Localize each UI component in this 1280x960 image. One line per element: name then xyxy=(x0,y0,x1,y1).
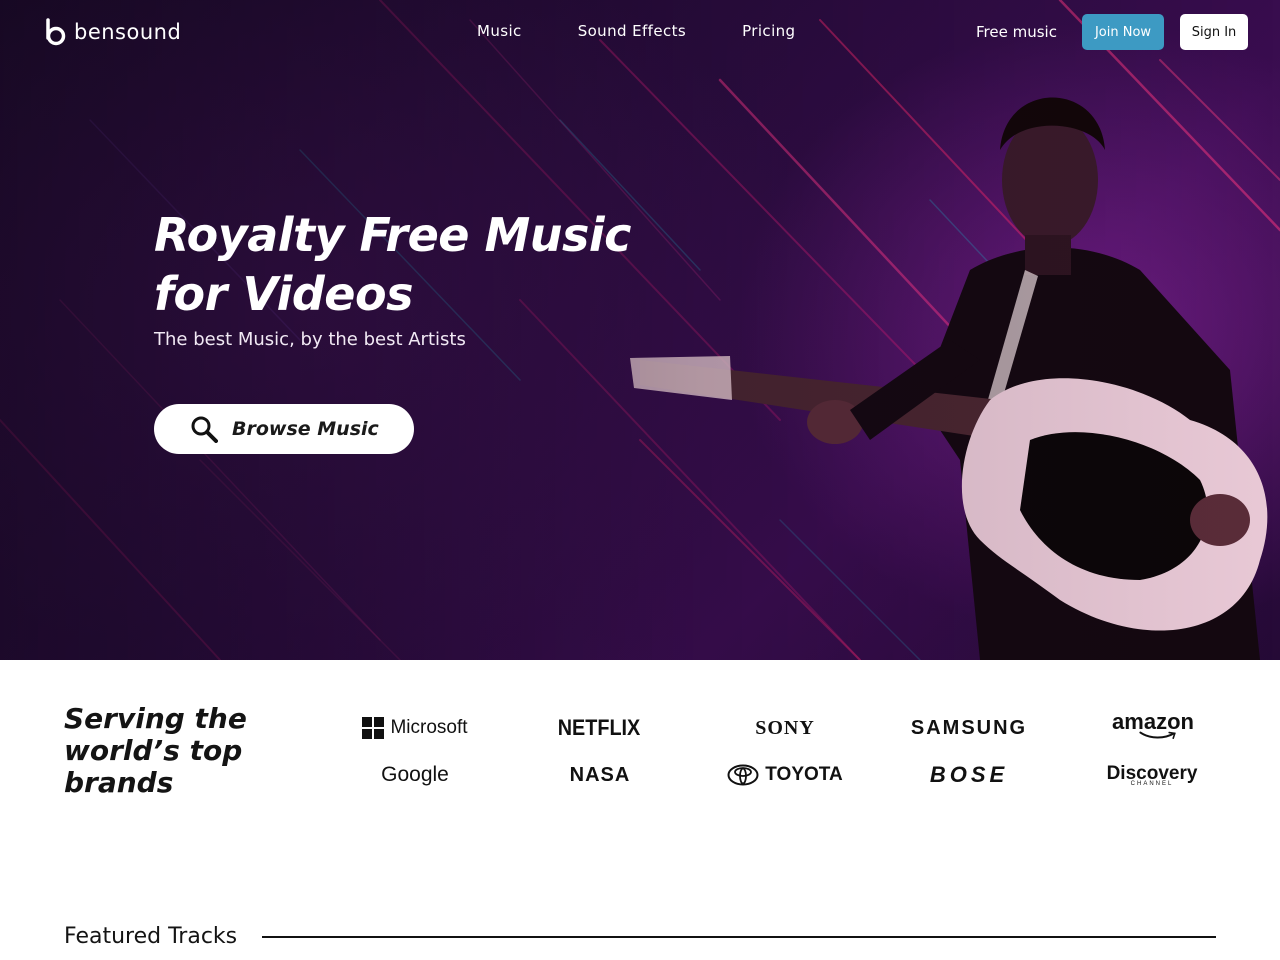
sign-in-button[interactable]: Sign In xyxy=(1180,14,1248,50)
join-now-button[interactable]: Join Now xyxy=(1082,14,1164,50)
bose-logo: BOSE xyxy=(929,762,1009,787)
main-menu: Music Sound Effects Pricing xyxy=(477,22,851,40)
amazon-logo: amazon xyxy=(1110,709,1196,739)
toyota-emblem-icon xyxy=(727,764,759,786)
top-navigation: bensound Music Sound Effects Pricing Fre… xyxy=(0,0,1280,64)
nav-link-pricing[interactable]: Pricing xyxy=(742,22,795,40)
nav-link-sound-effects[interactable]: Sound Effects xyxy=(578,22,686,40)
nasa-logo: NASA xyxy=(569,763,631,786)
discovery-channel-logo: Discovery CHANNEL xyxy=(1106,763,1198,787)
amazon-smile-icon xyxy=(1139,731,1176,739)
toyota-logo: TOYOTA xyxy=(720,760,850,790)
hero-banner: Royalty Free Music for Videos The best M… xyxy=(0,0,1280,660)
search-icon xyxy=(191,416,218,443)
featured-tracks-heading: Featured Tracks xyxy=(64,924,238,949)
section-divider xyxy=(262,936,1216,938)
google-logo: Google xyxy=(381,763,449,786)
bensound-logo-icon xyxy=(46,18,66,46)
bensound-logo[interactable]: bensound xyxy=(44,18,181,46)
microsoft-logo: Microsoft xyxy=(356,713,474,743)
free-music-link[interactable]: Free music xyxy=(976,23,1057,41)
browse-music-label: Browse Music xyxy=(232,418,379,440)
sony-logo: SONY xyxy=(755,716,815,739)
nav-link-music[interactable]: Music xyxy=(477,22,522,40)
samsung-logo: SAMSUNG xyxy=(910,716,1028,739)
logo-text: bensound xyxy=(74,20,182,44)
netflix-logo: NETFLIX xyxy=(557,715,641,740)
brands-heading: Serving the world’s top brands xyxy=(64,702,247,799)
hero-title: Royalty Free Music for Videos xyxy=(154,208,631,321)
microsoft-windows-icon xyxy=(362,717,385,739)
browse-music-button[interactable]: Browse Music xyxy=(154,404,414,454)
hero-subtitle: The best Music, by the best Artists xyxy=(154,329,466,350)
